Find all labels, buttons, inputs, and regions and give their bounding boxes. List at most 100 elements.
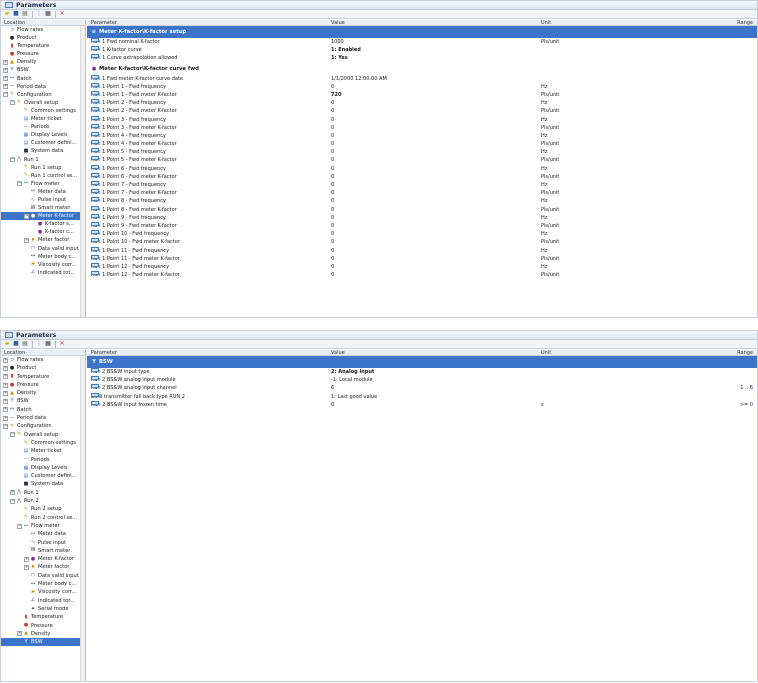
print-icon[interactable]: ▤ <box>21 341 29 348</box>
tree-item[interactable]: ∠ Indicated tot... <box>1 597 85 605</box>
expand-toggle[interactable]: − <box>10 432 15 438</box>
tree-item[interactable]: + ⋀ Run 1 <box>1 489 85 497</box>
parameter-row[interactable]: Run 1 Point 9 - Fwd frequency 0 Hz <box>87 213 757 222</box>
tree-item[interactable]: + ▲ Density <box>1 389 85 397</box>
parameter-value[interactable]: 0 <box>331 222 334 230</box>
parameter-row[interactable]: Run 1 Point 4 - Fwd meter K-factor 0 Pls/u… <box>87 140 757 148</box>
tree-item[interactable]: ■ System data <box>1 147 85 155</box>
parameter-row[interactable]: Run 1 Point 12 - Fwd frequency 0 Hz <box>87 262 757 271</box>
parameter-row[interactable]: Run 1 Point 11 - Fwd frequency 0 Hz <box>87 246 757 255</box>
tree-item[interactable]: ● Pressure <box>1 622 85 630</box>
print-icon[interactable]: ▤ <box>21 11 29 18</box>
parameter-value[interactable]: 1: Last good value <box>331 393 377 401</box>
tree-item[interactable]: − ↔ Flow meter <box>1 180 85 188</box>
tree-item[interactable]: ▤ Customer defini... <box>1 472 85 480</box>
parameter-row[interactable]: Run 2 BS&W analog input module -1: Local … <box>87 376 757 384</box>
tree-item[interactable]: − ✎ Overall setup <box>1 99 85 107</box>
expand-toggle[interactable]: + <box>3 374 8 380</box>
tree-item[interactable]: + ● Product <box>1 364 85 372</box>
parameter-value[interactable]: 6 <box>331 384 334 392</box>
parameter-row[interactable]: Run 1 Point 9 - Fwd meter K-factor 0 Pls/u… <box>87 221 757 230</box>
expand-toggle[interactable]: + <box>10 490 15 496</box>
open-folder-icon[interactable]: ▰ <box>3 11 11 18</box>
expand-toggle[interactable]: − <box>17 523 22 529</box>
tree-item[interactable]: + ▲ Density <box>1 630 85 638</box>
tools-icon[interactable]: ✕ <box>58 341 66 348</box>
parameter-value[interactable]: 0 <box>331 206 334 214</box>
expand-toggle[interactable]: + <box>3 390 8 396</box>
parameter-value[interactable]: 0 <box>331 247 334 255</box>
tree-item[interactable]: W Smart meter <box>1 547 85 555</box>
parameter-value[interactable]: 0 <box>331 263 334 271</box>
tree-item[interactable]: ▦ Display Levels <box>1 464 85 472</box>
expand-toggle[interactable]: − <box>10 100 15 106</box>
tree-scrollbar[interactable] <box>80 356 85 681</box>
tools-icon[interactable]: ✕ <box>58 11 66 18</box>
expand-toggle[interactable]: + <box>3 382 8 388</box>
parameter-row[interactable]: Run 1 Point 1 - Fwd meter K-factor 720 Pls… <box>87 90 757 99</box>
tree-item[interactable]: ↔ Meter body c... <box>1 253 85 261</box>
tree-item[interactable]: ✎ Common settings <box>1 439 85 447</box>
tree-item[interactable]: — Periods <box>1 456 85 464</box>
tree-item[interactable]: ∿ Pulse input <box>1 196 85 204</box>
tree-item[interactable]: ✎ Common settings <box>1 107 85 115</box>
parameter-value[interactable]: 0 <box>331 189 334 197</box>
parameter-value[interactable]: 0 <box>331 132 334 140</box>
parameter-row[interactable]: Run 1 Point 2 - Fwd meter K-factor 0 Pls/u… <box>87 107 757 115</box>
tree-view-icon[interactable]: ⋮ <box>35 11 43 18</box>
expand-toggle[interactable]: − <box>10 498 15 504</box>
parameter-row[interactable]: Run 1 Curve extrapolation allowed 1: Yes <box>87 54 757 62</box>
parameter-row[interactable]: Run 1 Point 7 - Fwd meter K-factor 0 Pls/u… <box>87 189 757 197</box>
parameter-value[interactable]: 0 <box>331 140 334 148</box>
parameter-value[interactable]: 0 <box>331 107 334 115</box>
tree-item[interactable]: ▰ Viscosity corr... <box>1 588 85 596</box>
tree-item[interactable]: + ▮ Temperature <box>1 373 85 381</box>
tree-item[interactable]: ● Pressure <box>1 50 85 58</box>
expand-toggle[interactable]: − <box>3 424 8 430</box>
tree-item[interactable]: − ✎ Configuration <box>1 422 85 430</box>
expand-toggle[interactable]: + <box>3 59 8 65</box>
tree-item[interactable]: Y BSW <box>1 638 85 647</box>
tree-item[interactable]: + ● Meter K-factor <box>1 555 85 563</box>
tree-item[interactable]: ■ System data <box>1 480 85 488</box>
parameter-row[interactable]: Run 1 Point 3 - Fwd meter K-factor 0 Pls/u… <box>87 123 757 132</box>
parameter-value[interactable]: 1: Enabled <box>331 46 361 54</box>
expand-toggle[interactable]: + <box>3 68 8 74</box>
parameter-value[interactable]: 0 <box>331 214 334 222</box>
tree-item[interactable]: − ✎ Configuration <box>1 91 85 99</box>
tree-item[interactable]: ▮ Temperature <box>1 42 85 50</box>
tree-item[interactable]: − ⋀ Run 1 <box>1 156 85 164</box>
parameter-row[interactable]: Run 1 Fwd nominal K-factor 1000 Pls/unit <box>87 38 757 46</box>
expand-toggle[interactable]: + <box>3 357 8 363</box>
parameter-value[interactable]: 0 <box>331 173 334 181</box>
parameter-row[interactable]: Run 1 Fwd meter K-factor curve date 1/1/2… <box>87 74 757 83</box>
tree-item[interactable]: ✎ Run 2 setup <box>1 505 85 513</box>
parameter-value[interactable]: 0 <box>331 156 334 164</box>
parameter-value[interactable]: 0 <box>331 83 334 91</box>
grid-view-icon[interactable]: ▦ <box>44 11 52 18</box>
parameter-row[interactable]: Run 1 Point 3 - Fwd frequency 0 Hz <box>87 115 757 124</box>
parameter-row[interactable]: Run 1 Point 5 - Fwd frequency 0 Hz <box>87 148 757 156</box>
parameter-value[interactable]: 1000 <box>331 38 344 46</box>
tree-item[interactable]: ↔ Meter data <box>1 188 85 196</box>
grid-view-icon[interactable]: ▦ <box>44 341 52 348</box>
group-header[interactable]: Y BSW <box>87 356 757 368</box>
group-header[interactable]: ● Meter K-factor\K-factor curve fwd <box>87 63 757 75</box>
parameter-value[interactable]: 0 <box>331 401 334 409</box>
open-folder-icon[interactable]: ▰ <box>3 341 11 348</box>
tree-item[interactable]: ● Product <box>1 34 85 42</box>
tree-item[interactable]: − ● Meter K-factor <box>1 212 85 221</box>
parameter-row[interactable]: Run 1 Point 5 - Fwd meter K-factor 0 Pls/u… <box>87 156 757 164</box>
expand-toggle[interactable]: + <box>3 399 8 405</box>
tree-item[interactable]: W Smart meter <box>1 204 85 212</box>
save-icon[interactable]: ■ <box>12 341 20 348</box>
parameter-value[interactable]: 0 <box>331 99 334 107</box>
tree-item[interactable]: − ⋀ Run 2 <box>1 497 85 505</box>
parameter-value[interactable]: 0 <box>331 230 334 238</box>
tree-item[interactable]: + ↔ Batch <box>1 75 85 83</box>
parameter-value[interactable]: 0 <box>331 238 334 246</box>
group-header[interactable]: ⊖ Meter K-factor\K-factor setup <box>87 26 757 38</box>
tree-item[interactable]: ✎ Run 2 control se... <box>1 514 85 522</box>
tree-item[interactable]: ∠ Indicated tot... <box>1 269 85 277</box>
parameter-row[interactable]: BSW transmitter fall back type RUN 2 1: L… <box>87 392 757 401</box>
